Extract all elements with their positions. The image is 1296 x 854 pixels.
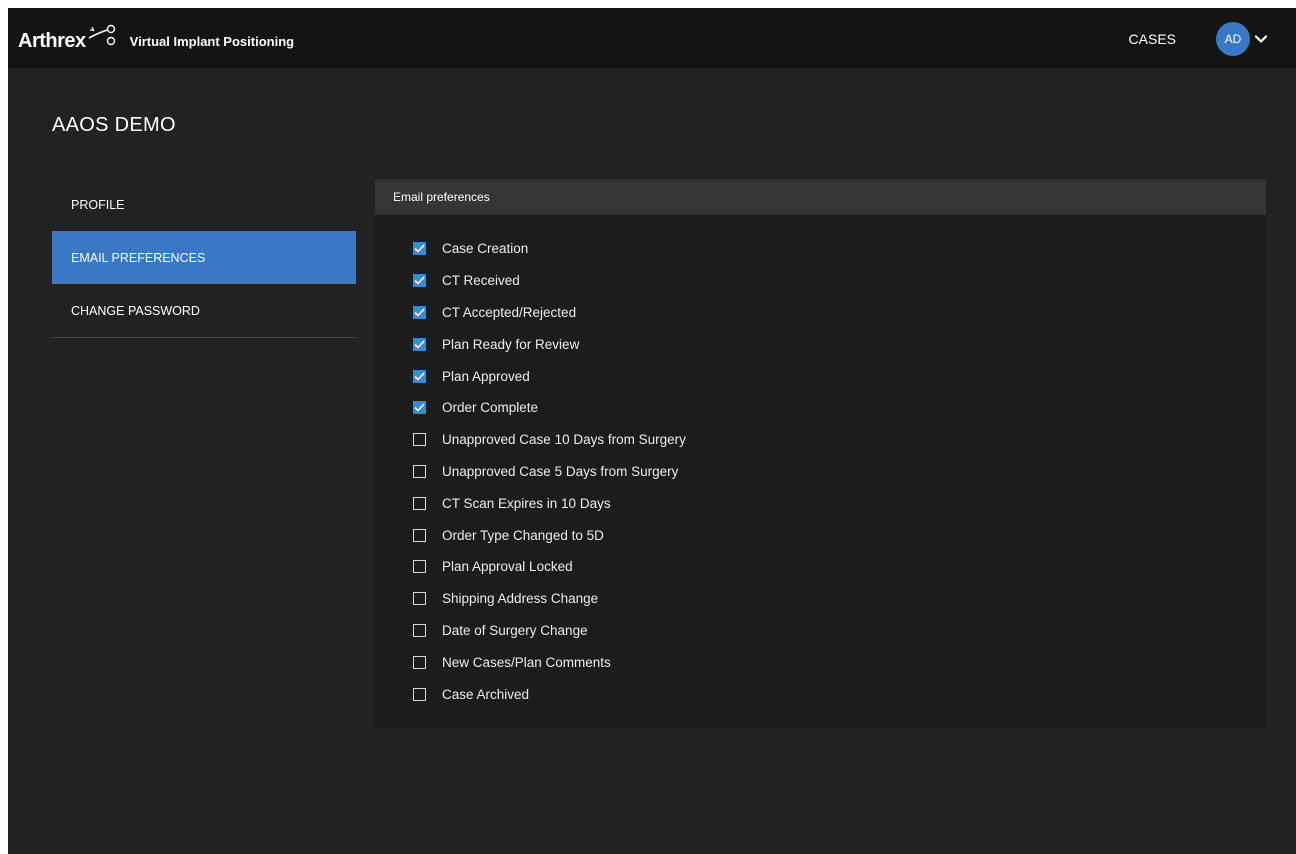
- checkmark-icon: [414, 340, 425, 349]
- preference-label: CT Accepted/Rejected: [442, 304, 577, 320]
- preference-label: Order Complete: [442, 400, 539, 416]
- checkbox[interactable]: [413, 528, 426, 542]
- sidebar-item-email-preferences[interactable]: EMAIL PREFERENCES: [52, 231, 356, 284]
- checkbox[interactable]: [413, 464, 426, 478]
- settings-sidebar: PROFILE EMAIL PREFERENCES CHANGE PASSWOR…: [52, 178, 356, 338]
- preference-label: Shipping Address Change: [442, 591, 599, 607]
- sidebar-item-profile[interactable]: PROFILE: [52, 178, 356, 231]
- checkbox[interactable]: [413, 242, 426, 256]
- preference-item[interactable]: CT Scan Expires in 10 Days: [413, 487, 1266, 519]
- checkbox[interactable]: [413, 369, 426, 383]
- sidebar-item-label: CHANGE PASSWORD: [71, 303, 200, 318]
- preference-item[interactable]: Order Complete: [413, 392, 1266, 424]
- product-name: Virtual Implant Positioning: [129, 33, 295, 49]
- checkbox[interactable]: [413, 305, 426, 319]
- preference-label: Unapproved Case 10 Days from Surgery: [442, 432, 686, 448]
- preference-label: Date of Surgery Change: [442, 622, 588, 638]
- preference-item[interactable]: Unapproved Case 5 Days from Surgery: [413, 456, 1266, 488]
- top-bar: Arthrex Virtual Implant Positioning CASE…: [8, 8, 1296, 68]
- checkmark-icon: [414, 308, 425, 317]
- preference-item[interactable]: CT Accepted/Rejected: [413, 297, 1266, 329]
- checkbox[interactable]: [413, 274, 426, 288]
- sidebar-item-label: PROFILE: [71, 197, 125, 212]
- sidebar-item-change-password[interactable]: CHANGE PASSWORD: [52, 284, 356, 337]
- checkbox[interactable]: [413, 337, 426, 351]
- preference-label: Case Creation: [442, 241, 529, 257]
- chevron-down-icon[interactable]: [1254, 32, 1268, 46]
- sidebar-item-label: EMAIL PREFERENCES: [71, 250, 206, 265]
- preference-label: CT Received: [442, 273, 520, 289]
- preference-item[interactable]: Plan Approved: [413, 360, 1266, 392]
- page-title: AAOS DEMO: [52, 114, 176, 136]
- preference-label: Plan Approved: [442, 368, 530, 384]
- avatar[interactable]: AD: [1216, 22, 1250, 56]
- checkmark-icon: [414, 276, 425, 285]
- preference-item[interactable]: New Cases/Plan Comments: [413, 646, 1266, 678]
- preference-item[interactable]: Case Archived: [413, 678, 1266, 710]
- preference-item[interactable]: Plan Ready for Review: [413, 328, 1266, 360]
- app-window: Arthrex Virtual Implant Positioning CASE…: [8, 8, 1296, 854]
- preference-item[interactable]: Case Creation: [413, 233, 1266, 265]
- preference-label: Unapproved Case 5 Days from Surgery: [442, 463, 679, 479]
- preference-label: Case Archived: [442, 686, 530, 702]
- preference-item[interactable]: Date of Surgery Change: [413, 615, 1266, 647]
- checkmark-icon: [414, 244, 425, 254]
- brand-logo-text: Arthrex: [18, 29, 86, 52]
- preference-label: Order Type Changed to 5D: [442, 527, 604, 543]
- preference-item[interactable]: Unapproved Case 10 Days from Surgery: [413, 424, 1266, 456]
- preference-label: Plan Approval Locked: [442, 559, 573, 575]
- panel-header: Email preferences: [375, 179, 1266, 215]
- checkbox[interactable]: [413, 560, 426, 574]
- arthrex-logo-icon: [88, 24, 116, 51]
- brand[interactable]: Arthrex Virtual Implant Positioning: [18, 24, 295, 56]
- checkbox[interactable]: [413, 401, 426, 415]
- email-preferences-panel: Email preferences Case Creation CT Recei…: [375, 179, 1266, 728]
- preference-item[interactable]: Shipping Address Change: [413, 583, 1266, 615]
- preference-item[interactable]: Order Type Changed to 5D: [413, 519, 1266, 551]
- preference-label: CT Scan Expires in 10 Days: [442, 495, 611, 511]
- preference-label: Plan Ready for Review: [442, 336, 580, 352]
- checkbox[interactable]: [413, 687, 426, 701]
- preference-list: Case Creation CT Received CT Accepted/Re…: [375, 215, 1266, 710]
- preference-item[interactable]: Plan Approval Locked: [413, 551, 1266, 583]
- checkbox[interactable]: [413, 496, 426, 510]
- checkbox[interactable]: [413, 433, 426, 447]
- preference-label: New Cases/Plan Comments: [442, 654, 611, 670]
- checkbox[interactable]: [413, 623, 426, 637]
- checkmark-icon: [414, 403, 425, 413]
- checkbox[interactable]: [413, 655, 426, 669]
- nav-cases-link[interactable]: CASES: [1129, 31, 1176, 47]
- preference-item[interactable]: CT Received: [413, 265, 1266, 297]
- checkbox[interactable]: [413, 592, 426, 606]
- checkmark-icon: [414, 372, 425, 381]
